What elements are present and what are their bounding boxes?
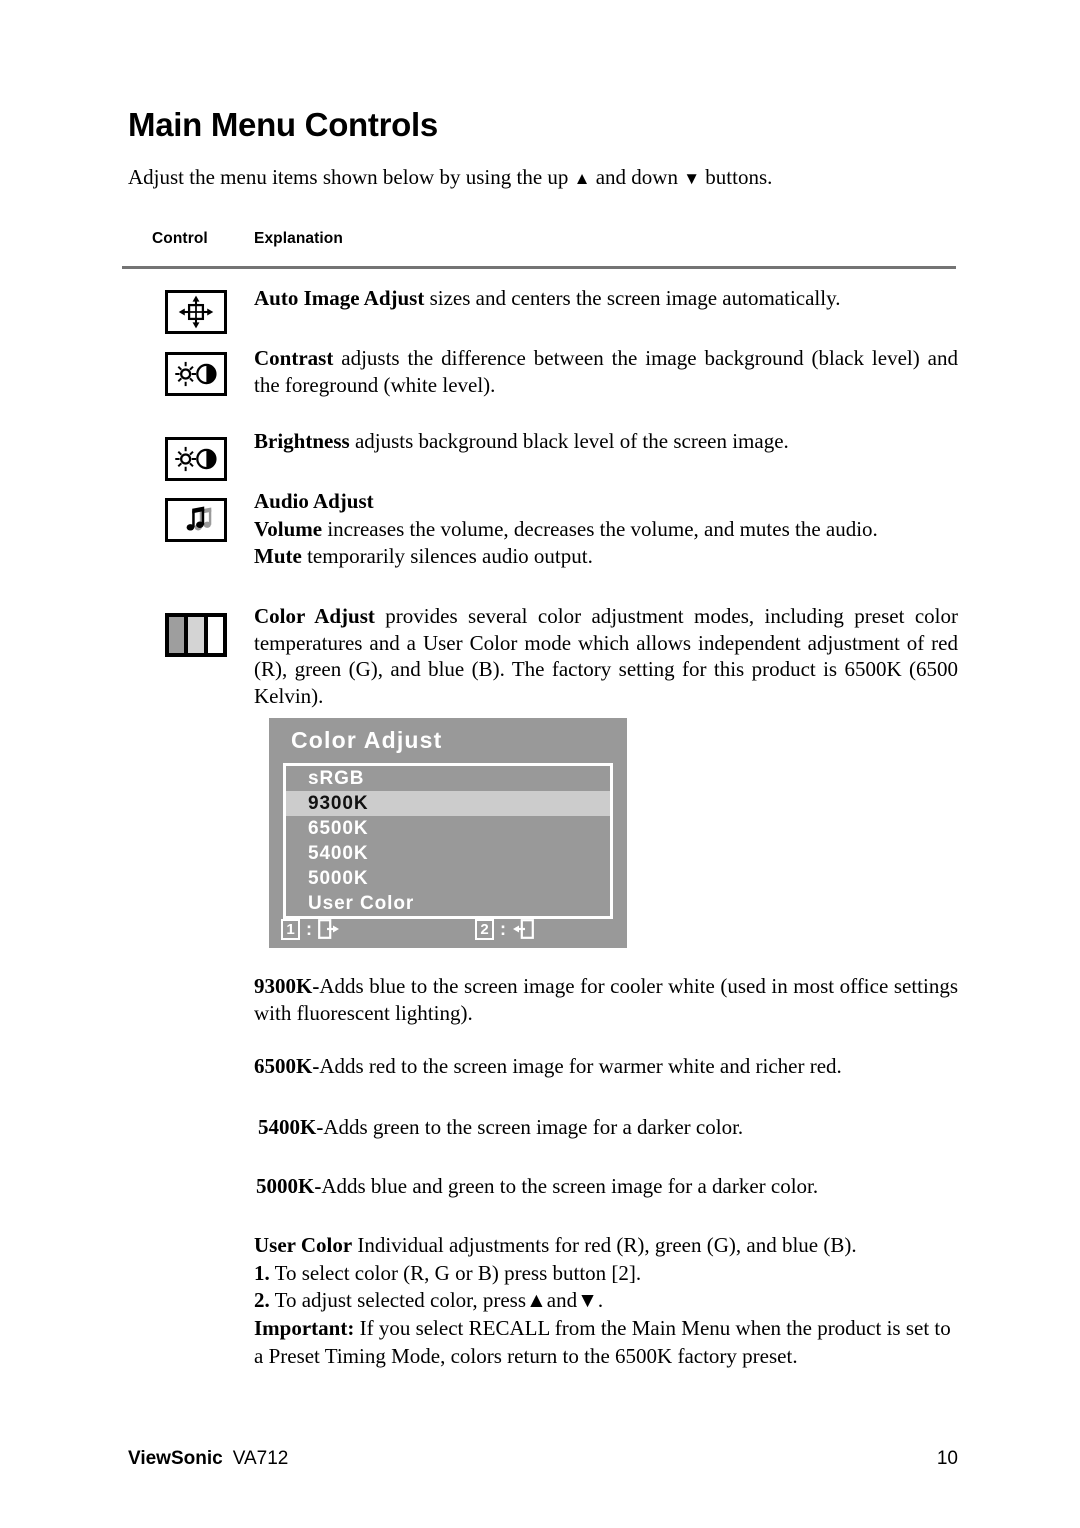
control-explanation-color-adjust: Color Adjust provides several color adju… (254, 603, 958, 710)
control-explanation-brightness: Brightness adjusts background black leve… (254, 428, 958, 455)
page-title: Main Menu Controls (128, 106, 438, 143)
user-color-step-1: 1. To select color (R, G or B) press but… (254, 1260, 958, 1288)
intro-text-middle: and down (590, 165, 684, 189)
osd-key-hint-1: 1 : (281, 918, 340, 940)
step-text-after: . (597, 1288, 604, 1313)
osd-separator-2: : (500, 918, 506, 939)
intro-paragraph: Adjust the menu items shown below by usi… (128, 165, 958, 190)
temperature-description-6500k: 6500K-Adds red to the screen image for w… (254, 1053, 958, 1080)
osd-menu-item-9300k[interactable]: 9300K (286, 791, 610, 816)
exit-door-right-icon (318, 919, 339, 939)
important-term: Important: (254, 1316, 355, 1341)
temperature-description-5000k: 5000K-Adds blue and green to the screen … (256, 1173, 960, 1200)
model-name: VA712 (232, 1448, 289, 1469)
down-triangle-icon: ▼ (683, 169, 701, 188)
intro-text-before: Adjust the menu items shown below by usi… (128, 165, 574, 189)
up-triangle-icon: ▲ (526, 1288, 547, 1313)
column-header-explanation: Explanation (254, 230, 343, 247)
user-color-important: Important: If you select RECALL from the… (254, 1315, 958, 1370)
icon-frame (165, 290, 227, 334)
osd-menu-list: sRGB 9300K 6500K 5400K 5000K User Color (283, 763, 613, 919)
temperature-text: Adds green to the screen image for a dar… (323, 1115, 744, 1139)
osd-menu-item-5400k[interactable]: 5400K (286, 841, 610, 866)
control-explanation-auto-image-adjust: Auto Image Adjust sizes and centers the … (254, 285, 958, 312)
osd-menu-item-user-color[interactable]: User Color (286, 891, 610, 916)
column-header-control: Control (152, 230, 208, 247)
header-divider (122, 266, 956, 269)
step-number: 2. (254, 1288, 270, 1313)
temperature-text: Adds red to the screen image for warmer … (319, 1054, 842, 1078)
audio-adjust-icon (165, 498, 227, 542)
up-triangle-icon: ▲ (573, 169, 591, 188)
temperature-description-9300k: 9300K-Adds blue to the screen image for … (254, 973, 958, 1026)
control-term: Audio Adjust (254, 489, 374, 513)
control-term: Brightness (254, 429, 350, 453)
icon-frame (165, 437, 227, 481)
control-text: adjusts the difference between the image… (254, 346, 958, 397)
osd-separator-1: : (306, 918, 312, 939)
osd-menu-item-srgb[interactable]: sRGB (286, 766, 610, 791)
control-text: sizes and centers the screen image autom… (424, 286, 841, 310)
step-text-mid: and (546, 1288, 578, 1313)
osd-button-2-label: 2 (475, 918, 494, 940)
step-number: 1. (254, 1260, 270, 1285)
brightness-icon (165, 437, 227, 481)
control-explanation-audio-adjust: Audio Adjust Volume increases the volume… (254, 488, 958, 571)
auto-image-adjust-glyph (178, 295, 214, 329)
user-color-intro-text: Individual adjustments for red (R), gree… (352, 1233, 857, 1257)
temperature-description-5400k: 5400K-Adds green to the screen image for… (258, 1114, 962, 1141)
control-term: Color Adjust (254, 604, 375, 628)
music-note-glyph (186, 506, 212, 531)
user-color-intro-line: User Color Individual adjustments for re… (254, 1232, 958, 1260)
temperature-term: 5400K- (258, 1115, 324, 1139)
temperature-term: 6500K- (254, 1054, 320, 1078)
sun-and-halfmoon-glyph (175, 361, 217, 387)
important-text: If you select RECALL from the Main Menu … (254, 1316, 951, 1368)
osd-key-hint-2: 2 : (475, 918, 534, 940)
control-term: Auto Image Adjust (254, 286, 425, 310)
footer-identity: ViewSonic VA712 (128, 1448, 288, 1470)
osd-color-adjust-menu: Color Adjust sRGB 9300K 6500K 5400K 5000… (269, 718, 627, 948)
temperature-text: Adds blue to the screen image for cooler… (254, 974, 958, 1025)
audio-adjust-heading: Audio Adjust (254, 488, 958, 516)
intro-text-after: buttons. (700, 165, 773, 189)
control-term: Contrast (254, 346, 334, 370)
audio-mute-line: Mute temporarily silences audio output. (254, 543, 958, 571)
enter-door-left-icon (513, 919, 534, 939)
osd-menu-title: Color Adjust (291, 727, 443, 753)
audio-volume-line: Volume increases the volume, decreases t… (254, 516, 958, 544)
volume-text: increases the volume, decreases the volu… (322, 516, 878, 541)
user-color-step-2: 2. To adjust selected color, press▲and▼. (254, 1287, 958, 1315)
color-bar-gray (167, 615, 187, 655)
temperature-term: 9300K- (254, 974, 320, 998)
document-page: Main Menu Controls Adjust the menu items… (0, 0, 1080, 1528)
osd-footer-bar: 1 : 2 : (281, 916, 617, 942)
osd-button-1-label: 1 (281, 918, 300, 940)
icon-frame (165, 352, 227, 396)
temperature-text: Adds blue and green to the screen image … (321, 1174, 819, 1198)
icon-frame (165, 498, 227, 542)
user-color-term: User Color (254, 1233, 353, 1257)
color-adjust-icon (165, 613, 227, 657)
osd-menu-item-6500k[interactable]: 6500K (286, 816, 610, 841)
osd-menu-item-5000k[interactable]: 5000K (286, 866, 610, 891)
sun-and-halfmoon-glyph (175, 446, 217, 472)
color-bar-light (186, 615, 206, 655)
color-bar-white (205, 615, 225, 655)
mute-text: temporarily silences audio output. (301, 544, 593, 569)
auto-image-adjust-icon (165, 290, 227, 334)
down-triangle-icon: ▼ (577, 1288, 598, 1313)
volume-term: Volume (254, 516, 323, 541)
contrast-icon (165, 352, 227, 396)
control-explanation-contrast: Contrast adjusts the difference between … (254, 345, 958, 398)
step-text-before: To adjust selected color, press (269, 1288, 526, 1313)
page-number: 10 (936, 1448, 958, 1469)
temperature-term: 5000K- (256, 1174, 322, 1198)
mute-term: Mute (254, 544, 302, 569)
control-text: adjusts background black level of the sc… (349, 429, 789, 453)
step-text: To select color (R, G or B) press button… (269, 1260, 642, 1285)
brand-name: ViewSonic (128, 1448, 223, 1469)
user-color-block: User Color Individual adjustments for re… (254, 1232, 958, 1371)
